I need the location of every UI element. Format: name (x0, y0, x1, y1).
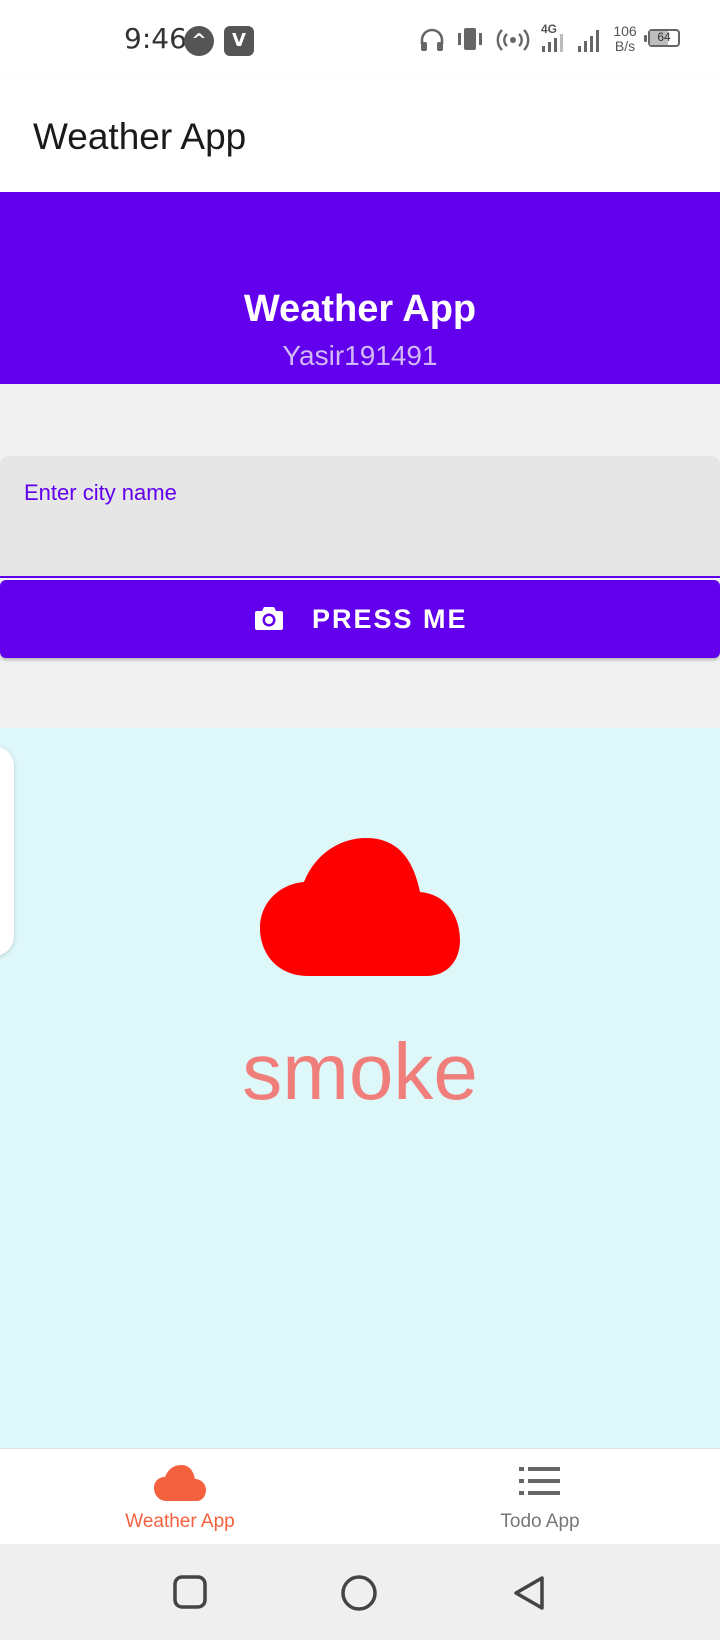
cloud-icon (154, 1465, 206, 1501)
headphones-icon (420, 28, 444, 51)
tab-todo-app[interactable]: Todo App (360, 1449, 720, 1545)
status-time: 9:46 (124, 22, 187, 55)
city-name-field[interactable]: Enter city name (0, 456, 720, 578)
header-banner: Weather App Yasir191491 (0, 192, 720, 384)
home-icon[interactable] (340, 1574, 378, 1612)
tab-weather-app[interactable]: Weather App (0, 1449, 360, 1545)
back-icon[interactable] (512, 1574, 548, 1612)
weather-condition: smoke (242, 1027, 478, 1116)
header-title: Weather App (243, 288, 477, 330)
city-name-input[interactable] (24, 518, 688, 560)
recent-apps-icon[interactable] (172, 1574, 208, 1610)
city-name-label: Enter city name (24, 480, 177, 505)
weather-display: smoke (0, 728, 720, 1448)
camera-icon (255, 607, 283, 630)
tab-weather-app-label: Weather App (125, 1511, 235, 1532)
net-speed-unit: B/s (614, 38, 636, 54)
hotspot-icon (496, 29, 530, 51)
app-screen: 9:46 ^ V 4G 106 B/s 64 Weather App Weath… (0, 0, 720, 1640)
bottom-navigation: Weather App Todo App (0, 1448, 720, 1545)
net-speed-value: 106 (613, 23, 637, 39)
app-bar: Weather App (0, 80, 720, 192)
header-subtitle: Yasir191491 (282, 340, 438, 371)
vpn-notification-icon: V (224, 26, 254, 56)
press-me-label: PRESS ME (312, 604, 468, 634)
net-speed: 106 B/s (610, 24, 640, 54)
signal-icon (578, 30, 599, 52)
status-bar: 9:46 ^ V 4G 106 B/s 64 (0, 0, 720, 80)
signal-4g-icon (542, 34, 563, 52)
cloud-icon (260, 838, 460, 976)
app-bar-title: Weather App (33, 116, 247, 157)
expo-notification-icon: ^ (184, 26, 214, 56)
battery-icon: 64 (644, 29, 680, 47)
battery-level-text: 64 (657, 30, 671, 44)
tab-todo-app-label: Todo App (500, 1511, 580, 1532)
list-icon (519, 1467, 560, 1495)
vibrate-icon (458, 28, 482, 50)
press-me-button[interactable]: PRESS ME (0, 580, 720, 658)
system-navigation-bar (0, 1544, 720, 1640)
side-drawer-handle[interactable] (0, 746, 14, 956)
